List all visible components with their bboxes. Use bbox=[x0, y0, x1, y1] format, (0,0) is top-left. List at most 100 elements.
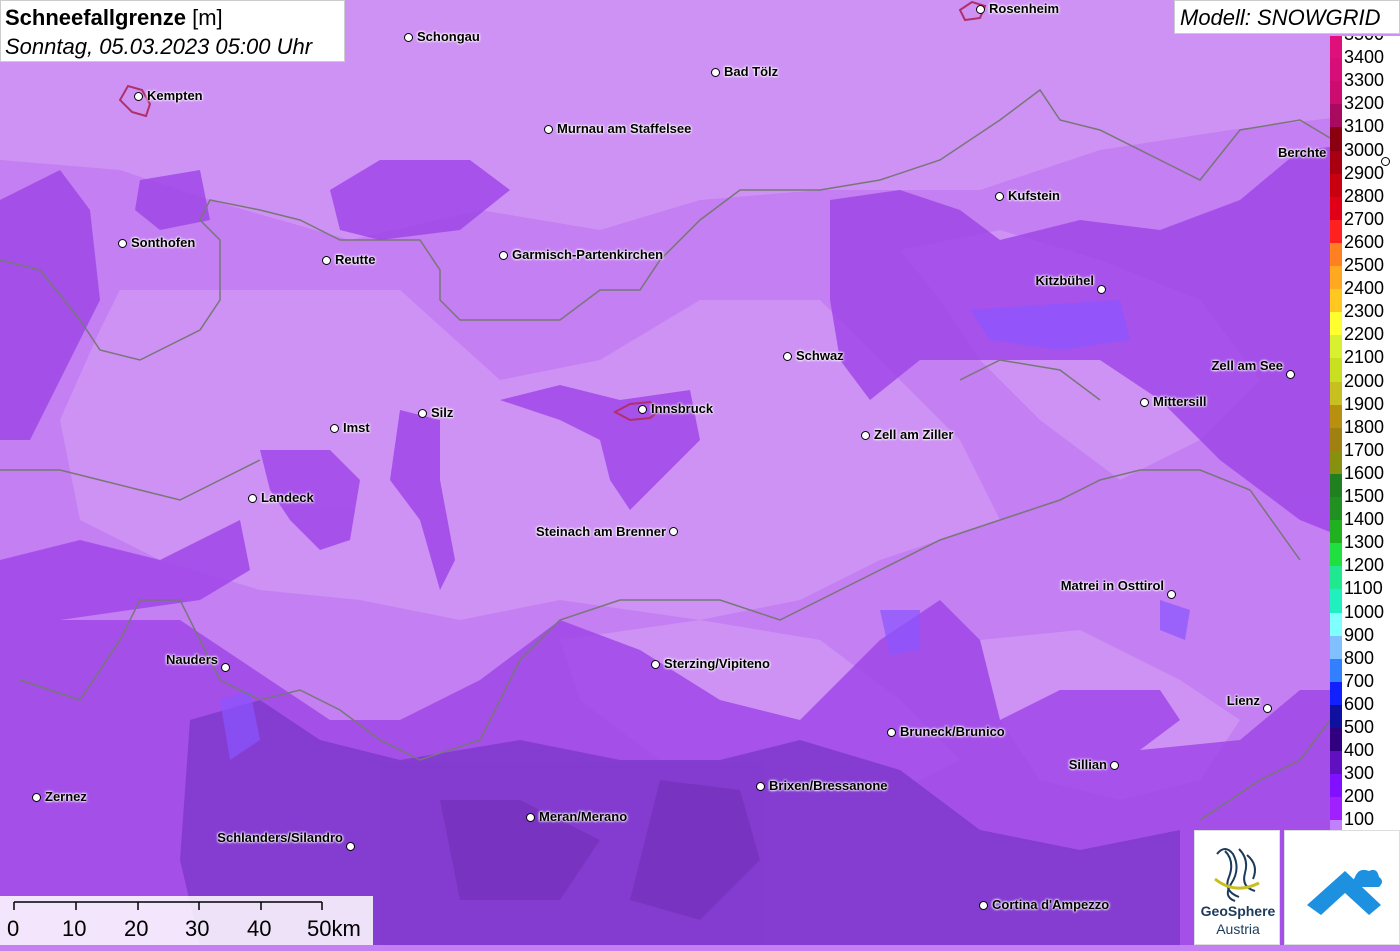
legend-swatch bbox=[1330, 404, 1342, 429]
snowgrid-logo[interactable] bbox=[1284, 830, 1400, 945]
city-marker[interactable] bbox=[1140, 398, 1149, 407]
legend-label: 1500 bbox=[1344, 486, 1385, 506]
legend-label: 2400 bbox=[1344, 278, 1385, 299]
city-marker[interactable] bbox=[221, 663, 230, 672]
city-marker[interactable] bbox=[1381, 157, 1390, 166]
legend-swatch bbox=[1330, 196, 1342, 221]
model-label: Modell: SNOWGRID bbox=[1174, 0, 1400, 34]
scale-label-40: 40 bbox=[247, 916, 272, 941]
city-marker[interactable] bbox=[887, 728, 896, 737]
snowfall-map[interactable] bbox=[0, 0, 1400, 945]
legend-label: 3400 bbox=[1344, 47, 1385, 68]
city-label: Zernez bbox=[45, 789, 87, 804]
city-marker[interactable] bbox=[346, 842, 355, 851]
legend-swatch bbox=[1330, 173, 1342, 198]
city-marker[interactable] bbox=[248, 494, 257, 503]
legend-label: 100 bbox=[1344, 809, 1375, 830]
city-marker[interactable] bbox=[330, 424, 339, 433]
legend-swatch bbox=[1330, 774, 1342, 798]
legend-swatch bbox=[1330, 450, 1342, 475]
city-marker[interactable] bbox=[134, 92, 143, 101]
legend-label: 1000 bbox=[1344, 601, 1385, 622]
city-marker[interactable] bbox=[544, 125, 553, 134]
city-marker[interactable] bbox=[638, 405, 647, 414]
map-title: Schneefallgrenze [m] bbox=[5, 3, 340, 33]
geosphere-emblem-icon bbox=[1214, 848, 1260, 902]
city-marker[interactable] bbox=[783, 352, 792, 361]
legend-swatch bbox=[1330, 58, 1342, 82]
city-marker[interactable] bbox=[526, 813, 535, 822]
legend-label: 600 bbox=[1344, 693, 1375, 714]
city-label: Brixen/Bressanone bbox=[769, 778, 888, 793]
city-marker[interactable] bbox=[118, 239, 127, 248]
city-marker[interactable] bbox=[711, 68, 720, 77]
legend-swatch bbox=[1330, 473, 1342, 498]
legend-label: 1700 bbox=[1344, 439, 1385, 460]
legend-swatch bbox=[1330, 312, 1342, 336]
map-title-box: Schneefallgrenze [m] Sonntag, 05.03.2023… bbox=[0, 0, 345, 62]
legend-label: 2200 bbox=[1344, 324, 1385, 345]
legend-swatch bbox=[1330, 497, 1342, 521]
legend-label: 1600 bbox=[1344, 462, 1385, 483]
city-marker[interactable] bbox=[1263, 704, 1272, 713]
city-marker[interactable] bbox=[976, 5, 985, 14]
city-label: Meran/Merano bbox=[539, 809, 628, 824]
legend-swatch bbox=[1330, 127, 1342, 151]
city-marker[interactable] bbox=[995, 192, 1004, 201]
legend-label: 3300 bbox=[1344, 70, 1385, 91]
legend-label: 700 bbox=[1344, 670, 1375, 691]
city-label: Matrei in Osttirol bbox=[1060, 578, 1164, 593]
city-marker[interactable] bbox=[322, 256, 331, 265]
city-marker[interactable] bbox=[1286, 370, 1295, 379]
city-marker[interactable] bbox=[979, 901, 988, 910]
legend-swatch bbox=[1330, 658, 1342, 683]
legend-swatch bbox=[1330, 266, 1342, 290]
city-marker[interactable] bbox=[669, 527, 678, 536]
legend-swatch bbox=[1330, 797, 1342, 821]
scale-label-0: 0 bbox=[7, 916, 20, 941]
mountain-cloud-icon bbox=[1307, 869, 1382, 915]
city-label: Zell am See bbox=[1211, 358, 1283, 373]
legend-label: 200 bbox=[1344, 786, 1375, 807]
city-marker[interactable] bbox=[404, 33, 413, 42]
legend-label: 900 bbox=[1344, 624, 1375, 645]
city-marker[interactable] bbox=[418, 409, 427, 418]
scale-label-50km: 50km bbox=[307, 916, 361, 941]
legend-label: 300 bbox=[1344, 763, 1375, 784]
city-marker[interactable] bbox=[32, 793, 41, 802]
legend-label: 2900 bbox=[1344, 162, 1385, 183]
city-label: Berchte bbox=[1278, 145, 1327, 160]
legend-swatch bbox=[1330, 566, 1342, 590]
legend-label: 500 bbox=[1344, 717, 1375, 737]
city-label: Rosenheim bbox=[989, 1, 1060, 16]
legend-label: 1100 bbox=[1344, 578, 1383, 599]
legend-label: 3500 bbox=[1344, 36, 1384, 44]
legend-label: 800 bbox=[1344, 647, 1375, 668]
city-label: Sonthofen bbox=[131, 235, 196, 250]
city-label: Zell am Ziller bbox=[874, 427, 954, 442]
color-legend: 3500 340033003200310030002900280027002600… bbox=[1330, 36, 1400, 834]
city-label: Kempten bbox=[147, 88, 203, 103]
city-marker[interactable] bbox=[861, 431, 870, 440]
city-marker[interactable] bbox=[1167, 590, 1176, 599]
legend-label: 3200 bbox=[1344, 93, 1385, 114]
legend-label: 2300 bbox=[1344, 301, 1385, 322]
city-marker[interactable] bbox=[651, 660, 660, 669]
city-marker[interactable] bbox=[1110, 761, 1119, 770]
city-marker[interactable] bbox=[756, 782, 765, 791]
city-label: Schongau bbox=[417, 29, 480, 44]
legend-swatch bbox=[1330, 520, 1342, 544]
city-label: Bruneck/Brunico bbox=[900, 724, 1005, 739]
city-label: Nauders bbox=[165, 652, 218, 667]
city-marker[interactable] bbox=[1097, 285, 1106, 294]
city-label: Silz bbox=[431, 405, 454, 420]
legend-label: 1800 bbox=[1344, 416, 1385, 437]
city-marker[interactable] bbox=[499, 251, 508, 260]
legend-swatch bbox=[1330, 219, 1342, 244]
geosphere-logo[interactable]: GeoSphere Austria bbox=[1194, 830, 1280, 945]
city-label: Reutte bbox=[335, 252, 376, 267]
legend-label: 3100 bbox=[1344, 116, 1385, 137]
legend-swatch bbox=[1330, 381, 1342, 406]
legend-swatch bbox=[1330, 635, 1342, 660]
legend-label: 1200 bbox=[1344, 555, 1385, 576]
